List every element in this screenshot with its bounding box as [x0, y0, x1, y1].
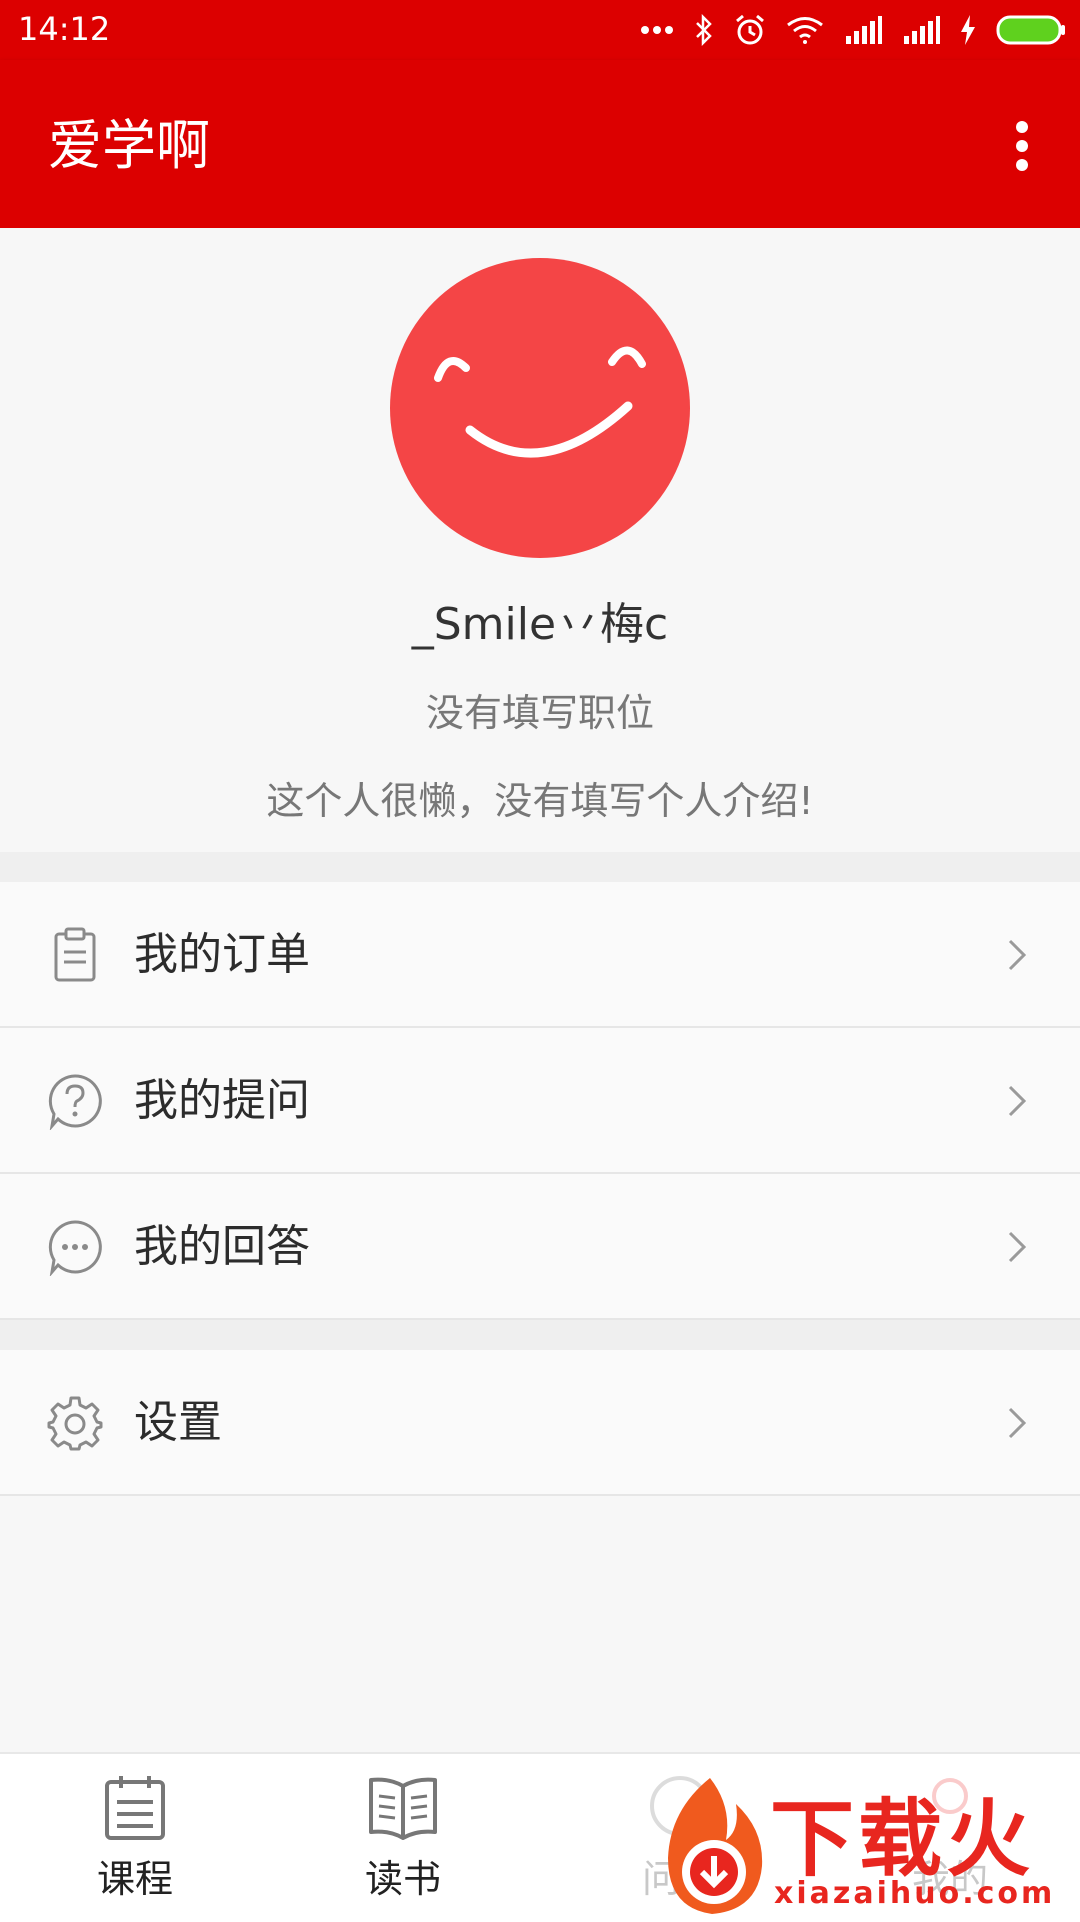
app-bar: 爱学啊	[0, 60, 1080, 228]
menu-label-answers: 我的回答	[134, 1221, 310, 1272]
flame-logo-icon	[668, 1778, 763, 1914]
signal-icon	[846, 16, 882, 44]
clipboard-icon	[54, 927, 96, 982]
chevron-right-icon	[1008, 1407, 1027, 1439]
status-time: 14:12	[18, 10, 111, 48]
menu-item-settings[interactable]: 设置	[0, 1350, 1080, 1496]
chevron-right-icon	[1008, 939, 1027, 971]
charging-icon	[961, 15, 975, 45]
job-position: 没有填写职位	[425, 691, 654, 735]
section-divider	[0, 1320, 1080, 1350]
more-vert-icon	[1016, 121, 1028, 171]
gear-icon	[47, 1396, 103, 1451]
menu-label-questions: 我的提问	[134, 1075, 310, 1126]
watermark-logo: 下载火 xiazaihuo.com	[640, 1770, 1080, 1920]
status-icons	[640, 10, 1066, 50]
section-divider	[0, 852, 1080, 882]
nav-tab-courses[interactable]: 课程	[65, 1772, 205, 1912]
personal-intro: 这个人很懒，没有填写个人介绍!	[266, 779, 814, 823]
calendar-list-icon	[105, 1776, 165, 1840]
signal-icon	[904, 16, 940, 44]
watermark-url: xiazaihuo.com	[774, 1876, 1056, 1911]
nav-label-reading: 读书	[364, 1857, 441, 1901]
overflow-menu-button[interactable]	[994, 114, 1050, 178]
menu-item-questions[interactable]: 我的提问	[0, 1028, 1080, 1174]
menu-item-answers[interactable]: 我的回答	[0, 1174, 1080, 1320]
question-bubble-icon	[48, 1074, 102, 1130]
menu-item-orders[interactable]: 我的订单	[0, 882, 1080, 1028]
watermark-text: 下载火	[770, 1790, 1035, 1888]
battery-icon	[996, 15, 1065, 45]
chevron-right-icon	[1008, 1231, 1027, 1263]
alarm-icon	[736, 14, 764, 45]
nav-tab-reading[interactable]: 读书	[333, 1772, 473, 1912]
chat-bubble-icon	[48, 1220, 102, 1276]
status-bar: 14:12	[0, 0, 1080, 60]
menu-label-orders: 我的订单	[134, 929, 310, 980]
wifi-icon	[787, 17, 823, 44]
bluetooth-icon	[696, 14, 712, 46]
app-title: 爱学啊	[48, 114, 210, 177]
chevron-right-icon	[1008, 1085, 1027, 1117]
profile-header: _Smile丷梅c 没有填写职位 这个人很懒，没有填写个人介绍!	[0, 228, 1080, 852]
more-dots-icon	[641, 26, 673, 34]
username: _Smile丷梅c	[411, 599, 669, 650]
nav-label-courses: 课程	[96, 1857, 173, 1901]
avatar[interactable]	[390, 258, 690, 558]
menu-label-settings: 设置	[134, 1397, 222, 1448]
open-book-icon	[369, 1777, 437, 1840]
